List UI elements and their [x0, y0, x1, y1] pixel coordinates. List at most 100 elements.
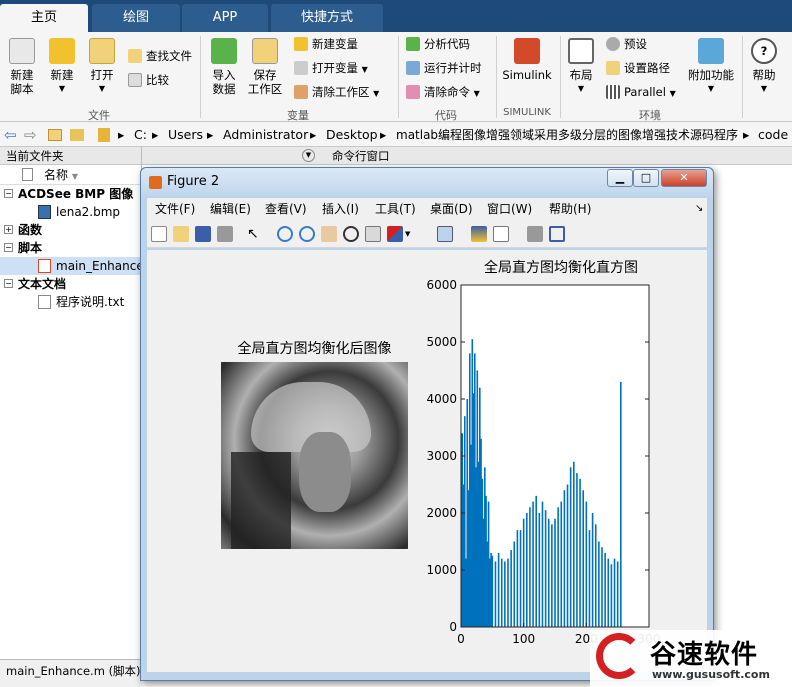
zoom-out-icon[interactable] — [299, 226, 315, 242]
collapse-icon[interactable]: − — [4, 189, 13, 198]
close-icon[interactable]: ✕ — [661, 169, 707, 187]
run-and-time-button[interactable]: 运行并计时 — [406, 58, 482, 78]
figure-toolbar: ↖ ▼ — [147, 220, 707, 248]
tab-home[interactable]: 主页 — [0, 4, 88, 32]
open-label: 打开 — [90, 68, 114, 82]
chevron-down-icon: ▼ — [669, 89, 676, 98]
breadcrumb-users[interactable]: Users — [168, 123, 203, 147]
clear-workspace-button[interactable]: 清除工作区 ▼ — [294, 82, 379, 102]
back-arrow-icon[interactable]: ⇦ — [4, 123, 17, 147]
group-bmp[interactable]: − ACDSee BMP 图像 — [0, 185, 141, 203]
menu-help[interactable]: 帮助(H) — [549, 198, 591, 220]
maximize-icon[interactable]: □ — [633, 169, 659, 187]
breadcrumb-c[interactable]: C: — [134, 123, 147, 147]
equalized-lena-image — [221, 362, 408, 549]
help-question-icon: ? — [751, 38, 777, 64]
matlab-logo-icon — [149, 176, 162, 189]
layout-button[interactable]: 布局 ▼ — [564, 38, 598, 96]
menu-desktop[interactable]: 桌面(D) — [430, 198, 473, 220]
tab-plots[interactable]: 绘图 — [92, 4, 180, 32]
browse-folder-icon[interactable] — [70, 129, 84, 141]
open-variable-icon — [294, 61, 308, 75]
minimize-icon[interactable]: ▁ — [607, 169, 633, 187]
figure-titlebar[interactable]: Figure 2 ▁ □ ✕ — [141, 168, 713, 196]
data-cursor-icon[interactable] — [365, 226, 381, 242]
analyze-code-button[interactable]: 分析代码 — [406, 34, 470, 54]
group-scripts[interactable]: − 脚本 — [0, 239, 141, 257]
help-button[interactable]: ? 帮助 ▼ — [748, 38, 780, 96]
open-variable-button[interactable]: 打开变量 ▼ — [294, 58, 368, 78]
breadcrumb-code[interactable]: code — [758, 123, 788, 147]
save-workspace-button[interactable]: 保存 工作区 — [246, 38, 284, 96]
zoom-in-icon[interactable] — [277, 226, 293, 242]
pointer-icon[interactable]: ↖ — [247, 226, 263, 242]
forward-arrow-icon[interactable]: ⇨ — [24, 123, 37, 147]
breadcrumb-project-folder[interactable]: matlab编程图像增强领域采用多级分层的图像增强技术源码程序 — [396, 123, 738, 147]
breadcrumb-desktop[interactable]: Desktop — [326, 123, 378, 147]
menu-insert[interactable]: 插入(I) — [322, 198, 359, 220]
find-files-button[interactable]: 查找文件 — [128, 46, 192, 66]
brush-icon[interactable] — [387, 226, 403, 242]
colorbar-icon[interactable] — [471, 226, 487, 242]
set-path-label: 设置路径 — [624, 61, 670, 75]
command-window-header: ▼ 命令行窗口 — [142, 147, 792, 165]
tab-shortcuts[interactable]: 快捷方式 — [271, 4, 383, 32]
compare-icon — [128, 73, 142, 87]
help-label: 帮助 — [752, 68, 776, 82]
chevron-down-icon[interactable]: ▼ — [405, 226, 413, 242]
group-text-docs[interactable]: − 文本文档 — [0, 275, 141, 293]
menu-window[interactable]: 窗口(W) — [487, 198, 532, 220]
set-path-button[interactable]: 设置路径 — [606, 58, 670, 78]
menu-tools[interactable]: 工具(T) — [375, 198, 416, 220]
rotate-3d-icon[interactable] — [343, 226, 359, 242]
menubar-dock-icon[interactable]: ↘ — [695, 198, 703, 220]
compare-button[interactable]: 比较 — [128, 70, 169, 90]
menu-edit[interactable]: 编辑(E) — [210, 198, 251, 220]
pan-hand-icon[interactable] — [321, 226, 337, 242]
new-script-button[interactable]: 新建 脚本 — [4, 38, 40, 96]
new-script-label: 新建 脚本 — [10, 68, 34, 96]
parallel-button[interactable]: Parallel ▼ — [606, 82, 676, 102]
expand-icon[interactable]: + — [4, 225, 13, 234]
name-column-header[interactable]: 名称 ▼ — [0, 165, 141, 185]
address-bar: ⇦ ⇨ ▸ C: ▸ Users ▸ Administrator ▸ Deskt… — [0, 123, 792, 147]
group-functions[interactable]: + 函数 — [0, 221, 141, 239]
addons-button[interactable]: 附加功能 ▼ — [686, 38, 736, 96]
legend-icon[interactable] — [493, 226, 509, 242]
print-icon[interactable] — [217, 226, 233, 242]
file-item-readme[interactable]: 程序说明.txt — [0, 293, 141, 311]
run-and-time-label: 运行并计时 — [424, 61, 482, 75]
open-button[interactable]: 打开 ▼ — [84, 38, 120, 96]
collapse-icon[interactable]: − — [4, 243, 13, 252]
menu-view[interactable]: 查看(V) — [265, 198, 307, 220]
new-figure-icon[interactable] — [151, 226, 167, 242]
clear-commands-button[interactable]: 清除命令 ▼ — [406, 82, 480, 102]
watermark-text: 谷速软件 — [650, 640, 759, 670]
section-variable-label: 变量 — [287, 109, 309, 122]
y-tick-label: 1000 — [426, 563, 457, 577]
save-icon[interactable] — [195, 226, 211, 242]
y-tick-label: 6000 — [426, 278, 457, 292]
new-variable-button[interactable]: 新建变量 — [294, 34, 358, 54]
collapse-icon[interactable]: − — [4, 279, 13, 288]
file-item-main-enhance[interactable]: main_Enhance — [0, 257, 144, 275]
parallel-label: Parallel — [624, 85, 666, 99]
preferences-button[interactable]: 预设 — [606, 34, 647, 54]
hide-plot-tools-icon[interactable] — [527, 226, 543, 242]
file-item-lena2[interactable]: lena2.bmp — [0, 203, 141, 221]
new-button[interactable]: 新建 ▼ — [44, 38, 80, 96]
tab-apps[interactable]: APP — [182, 4, 268, 32]
section-file-label: 文件 — [88, 109, 110, 122]
up-folder-icon[interactable] — [48, 129, 62, 141]
panel-menu-icon[interactable]: ▼ — [302, 149, 315, 162]
show-plot-tools-icon[interactable] — [549, 226, 565, 242]
import-data-button[interactable]: 导入 数据 — [206, 38, 242, 96]
watermark-url: www.gususoft.com — [652, 668, 770, 681]
breadcrumb-administrator[interactable]: Administrator — [223, 123, 308, 147]
open-file-icon[interactable] — [173, 226, 189, 242]
link-plot-icon[interactable] — [437, 226, 453, 242]
simulink-button[interactable]: Simulink — [500, 38, 554, 82]
bmp-file-icon — [38, 205, 51, 219]
menu-file[interactable]: 文件(F) — [155, 198, 195, 220]
section-environment-label: 环境 — [639, 109, 661, 122]
